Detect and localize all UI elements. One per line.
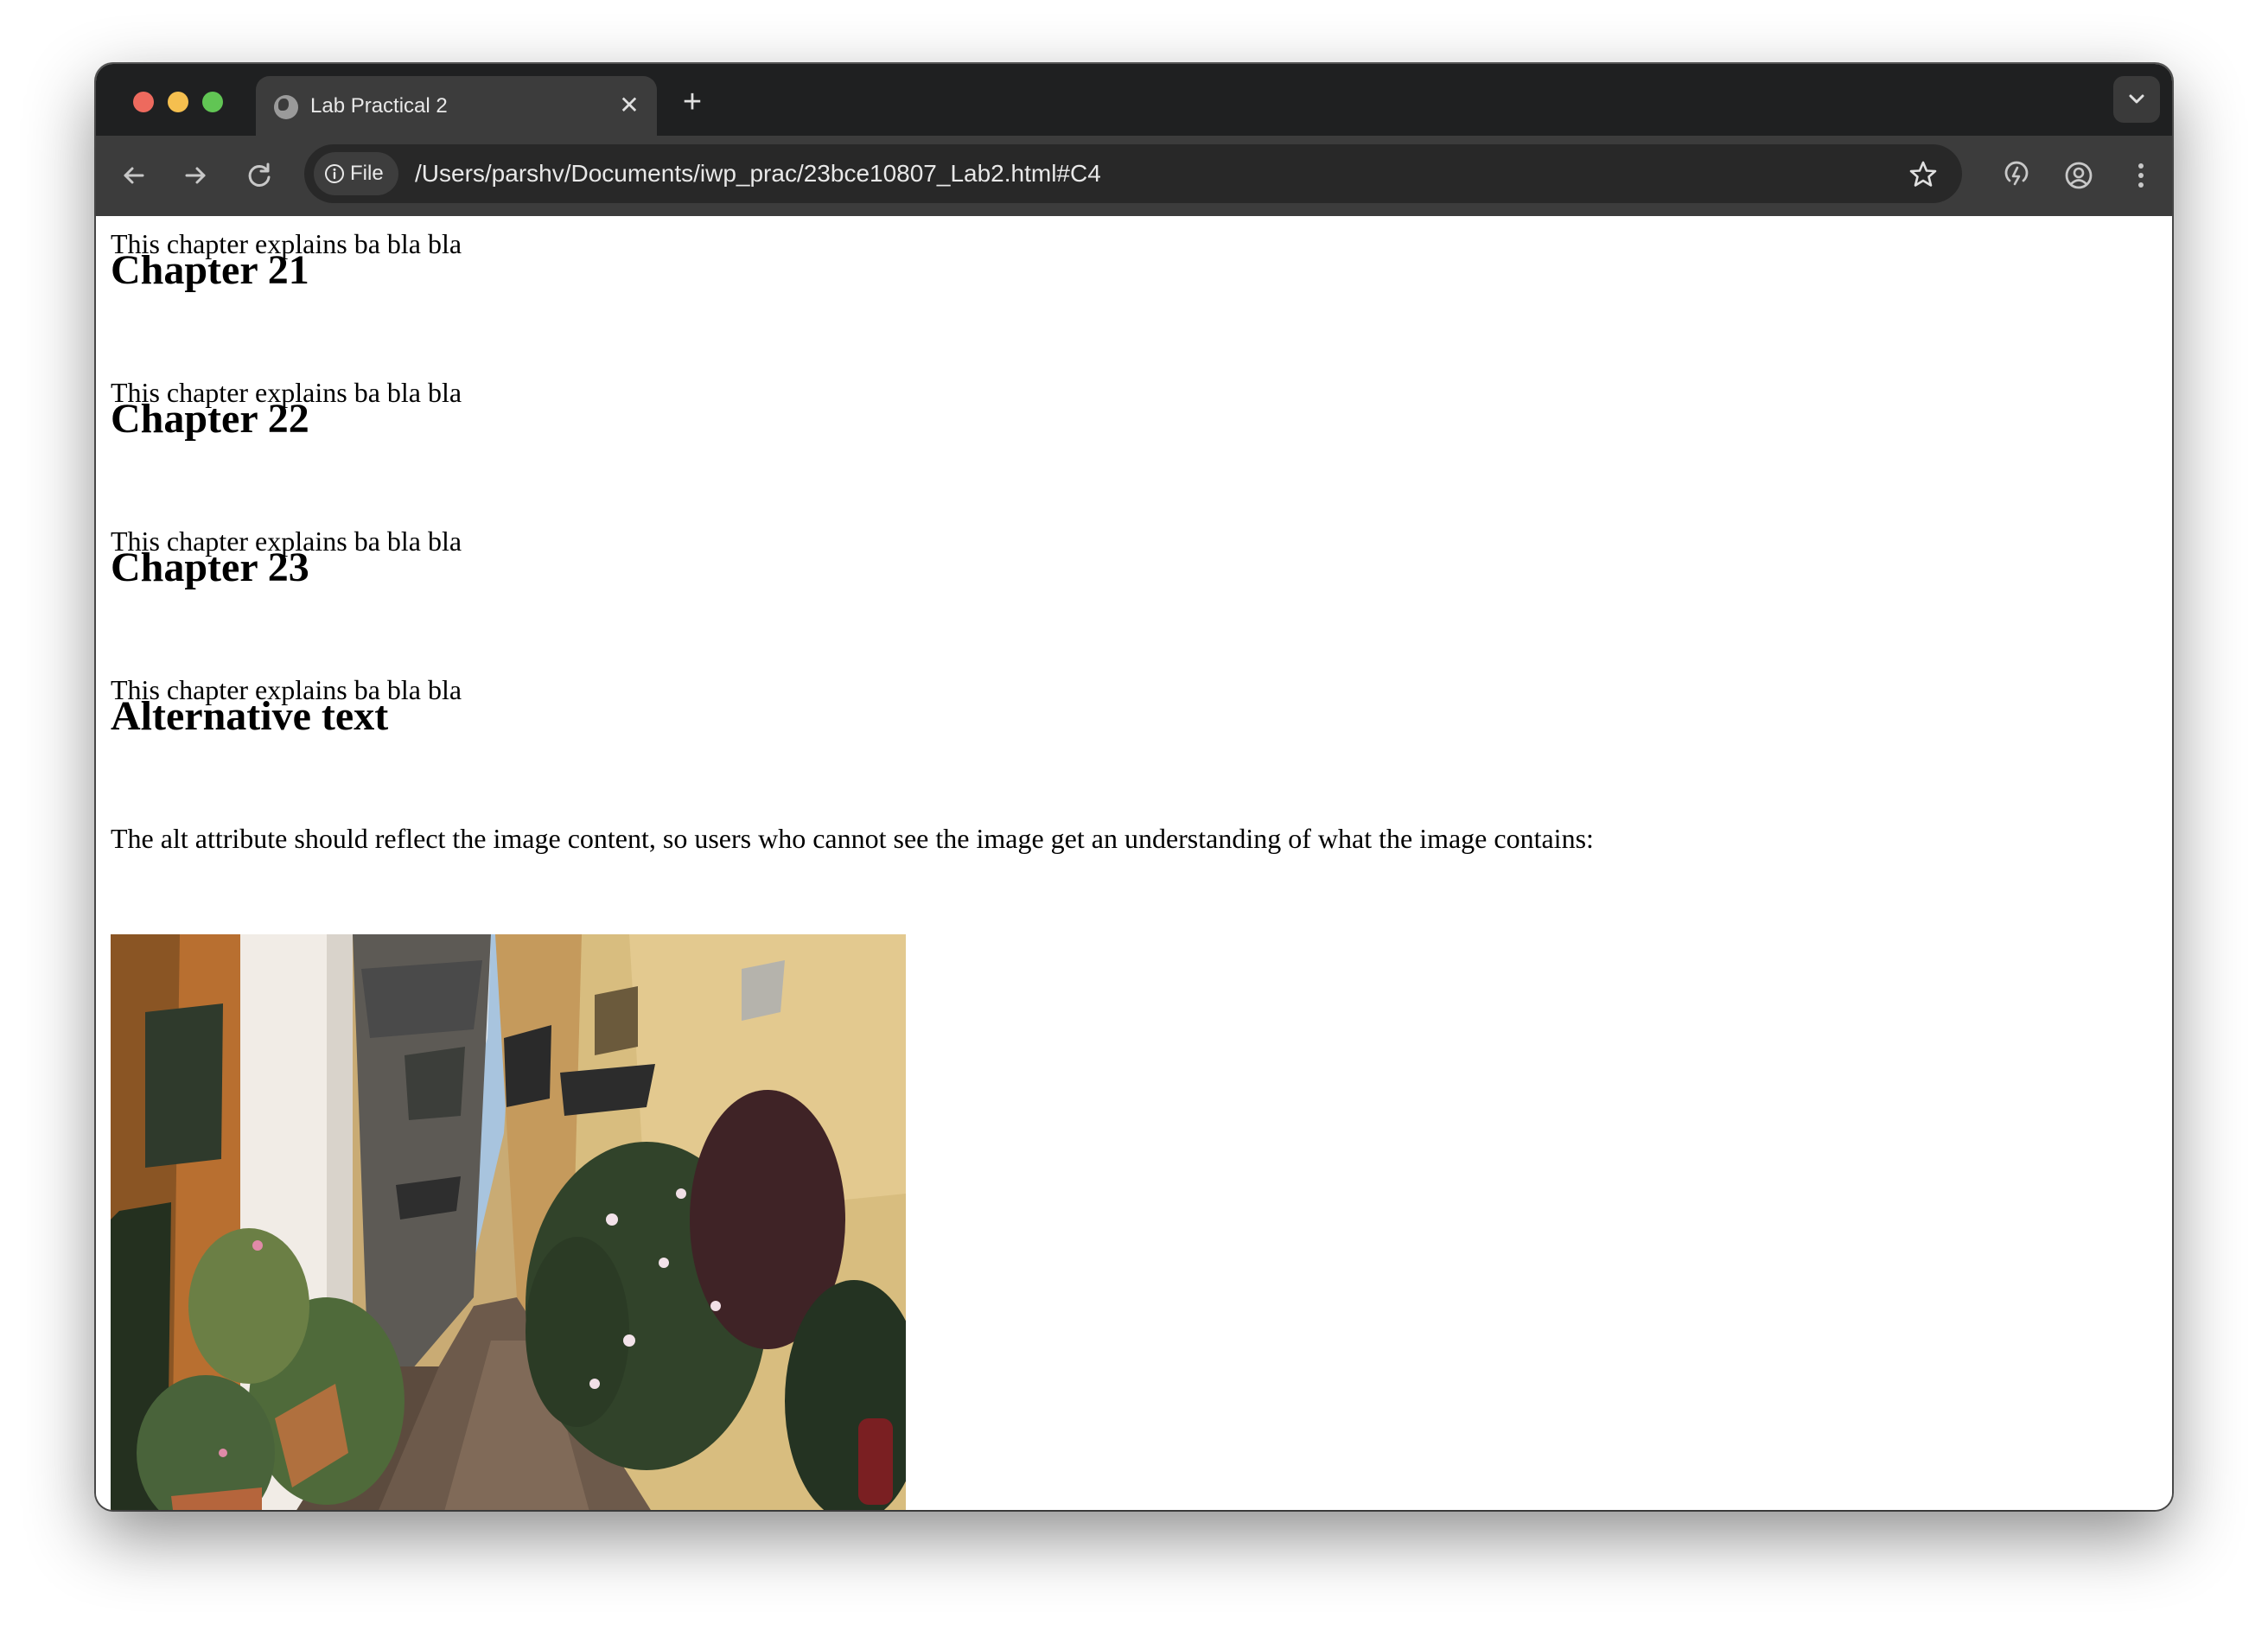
tab-search-button[interactable] [2113,76,2160,123]
chevron-down-icon [2129,94,2144,104]
paragraph-alt-attribute: The alt attribute should reflect the ima… [111,823,1594,854]
zoom-window-button[interactable] [202,92,223,112]
page-content: This chapter explains ba bla bla Chapter… [96,216,2172,1510]
back-arrow-icon [124,167,144,184]
new-tab-button[interactable]: + [673,83,711,121]
heading-chapter-22: Chapter 22 [111,395,309,442]
security-chip-label: File [350,162,384,185]
reload-button[interactable] [240,156,278,194]
globe-icon [274,95,298,119]
profile-icon [2065,162,2093,189]
performance-button[interactable] [1997,156,2035,194]
heading-alternative-text: Alternative text [111,692,389,739]
site-info-chip[interactable]: File [314,152,398,195]
back-button[interactable] [115,156,153,194]
minimize-window-button[interactable] [168,92,188,112]
close-icon[interactable]: ✕ [614,90,645,121]
kebab-menu-icon [2138,163,2144,188]
close-window-button[interactable] [133,92,154,112]
forward-button[interactable] [176,156,214,194]
heading-chapter-23: Chapter 23 [111,544,309,590]
reload-icon [248,162,271,187]
address-bar[interactable]: File /Users/parshv/Documents/iwp_prac/23… [304,144,1962,203]
url-text[interactable]: /Users/parshv/Documents/iwp_prac/23bce10… [415,159,1101,188]
browser-toolbar: File /Users/parshv/Documents/iwp_prac/23… [96,136,2172,216]
forward-arrow-icon [185,167,206,184]
street-photo-illustration [111,934,906,1510]
plus-icon: + [682,84,703,120]
profile-button[interactable] [2060,156,2098,194]
tab-strip: Lab Practical 2 ✕ + [96,64,2172,136]
browser-window: Lab Practical 2 ✕ + File /Users/parshv/D… [96,64,2172,1510]
tab-lab-practical-2[interactable]: Lab Practical 2 ✕ [256,76,657,136]
heading-chapter-21: Chapter 21 [111,246,309,293]
performance-icon [2004,161,2029,186]
star-icon[interactable] [1908,160,1938,189]
menu-button[interactable] [2122,156,2160,194]
tab-title: Lab Practical 2 [310,94,448,118]
street-photo [111,934,906,1510]
info-icon [325,164,344,183]
